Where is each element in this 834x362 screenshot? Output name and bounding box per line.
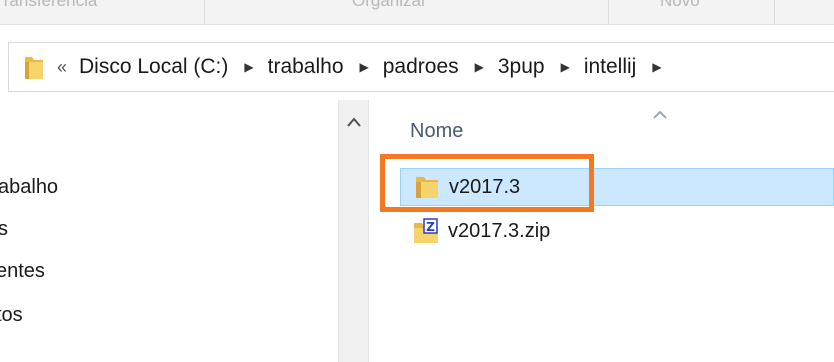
ribbon-tab-organize[interactable]: Organizar	[352, 0, 427, 11]
ribbon: Transferência Organizar Novo	[0, 0, 834, 25]
crumb-3pup[interactable]: 3pup	[498, 55, 545, 79]
chevron-right-icon[interactable]: ▶	[475, 60, 484, 74]
scroll-up-button[interactable]	[339, 110, 368, 134]
nav-scrollbar[interactable]	[338, 100, 369, 362]
ribbon-divider	[774, 0, 775, 24]
ribbon-tab-new[interactable]: Novo	[660, 0, 700, 11]
crumb-disco-local[interactable]: Disco Local (C:)	[79, 55, 228, 79]
column-header-name[interactable]: Nome	[410, 120, 463, 143]
folder-icon	[23, 53, 45, 81]
sort-ascending-icon	[653, 110, 667, 119]
list-item-folder[interactable]: v2017.3	[400, 168, 834, 206]
zip-folder-icon: Z	[412, 217, 440, 245]
chevron-up-icon	[346, 117, 361, 127]
chevron-right-icon[interactable]: ▶	[360, 60, 369, 74]
nav-item[interactable]: abalho	[0, 176, 58, 199]
crumb-intellij[interactable]: intellij	[584, 55, 637, 79]
chevron-right-icon[interactable]: ▶	[652, 60, 661, 74]
ribbon-divider	[608, 0, 609, 24]
nav-item[interactable]: tos	[0, 304, 23, 327]
address-bar[interactable]: « Disco Local (C:) ▶ trabalho ▶ padroes …	[8, 42, 834, 92]
breadcrumb: « Disco Local (C:) ▶ trabalho ▶ padroes …	[23, 43, 676, 91]
ribbon-divider	[204, 0, 205, 24]
list-item-zip[interactable]: Z v2017.3.zip	[400, 212, 550, 250]
crumb-padroes[interactable]: padroes	[383, 55, 459, 79]
file-name: v2017.3	[449, 175, 521, 198]
chevron-right-icon[interactable]: ▶	[561, 60, 570, 74]
nav-item[interactable]: s	[0, 218, 8, 241]
overflow-chevron-icon[interactable]: «	[57, 57, 67, 78]
navigation-pane: abalho s entes tos	[0, 100, 338, 362]
file-list: Nome v2017.3 Z v2017.3.zip	[370, 100, 834, 362]
crumb-trabalho[interactable]: trabalho	[268, 55, 344, 79]
ribbon-tab-transfer[interactable]: Transferência	[0, 0, 97, 11]
svg-text:Z: Z	[426, 220, 435, 234]
folder-icon	[413, 173, 441, 201]
file-name: v2017.3.zip	[448, 219, 551, 242]
chevron-right-icon[interactable]: ▶	[244, 60, 253, 74]
nav-item[interactable]: entes	[0, 260, 45, 283]
